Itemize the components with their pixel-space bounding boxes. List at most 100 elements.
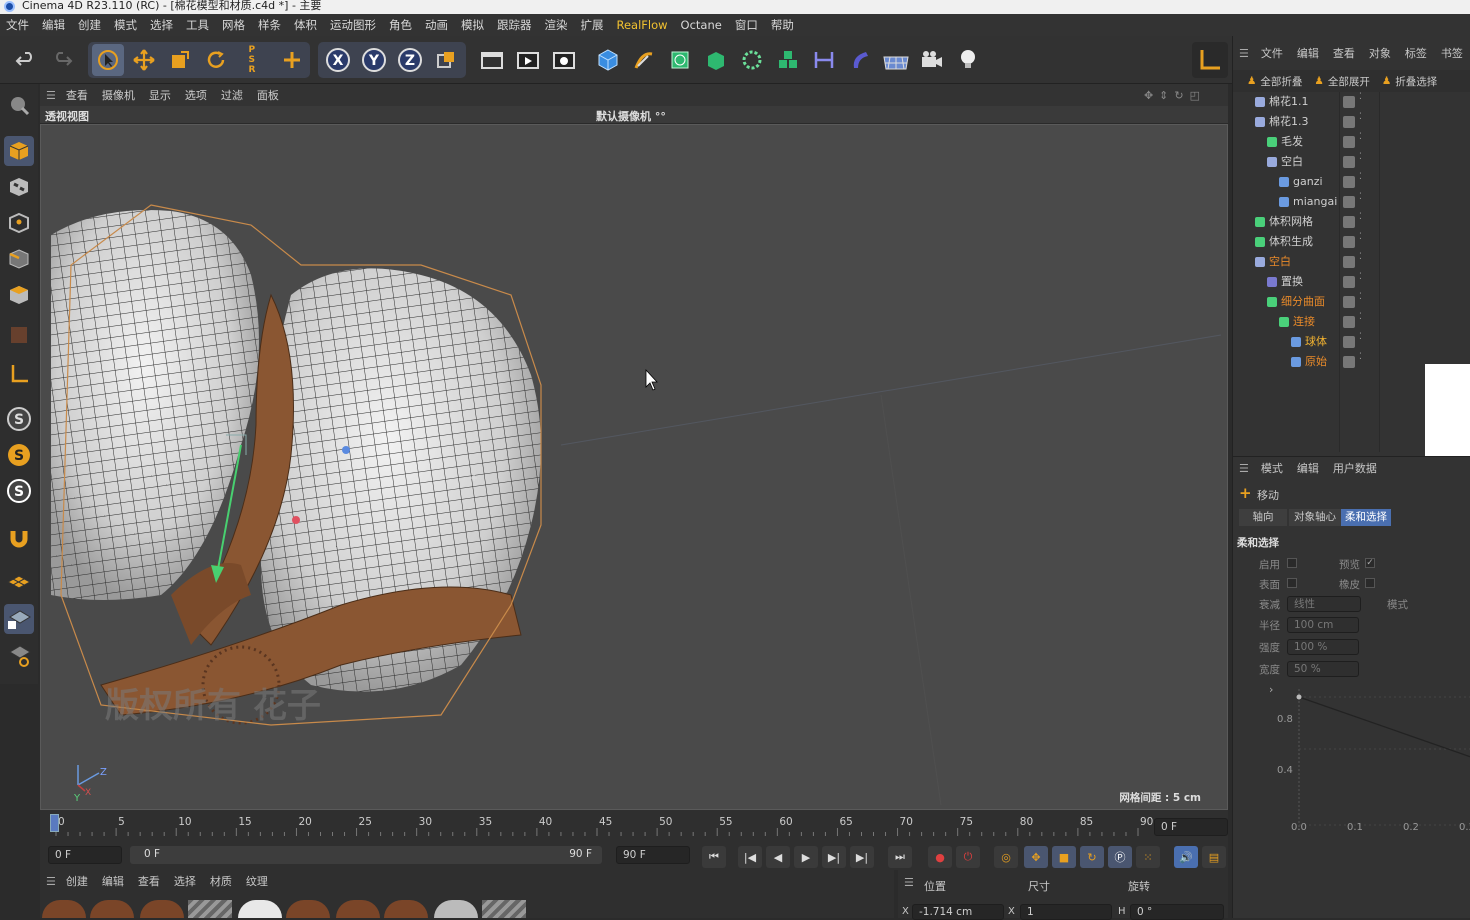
object-name[interactable]: 连接 bbox=[1293, 312, 1315, 332]
object-menu-bookmarks[interactable]: 书签 bbox=[1441, 45, 1463, 61]
object-row[interactable]: 棉花1.1 ⁚ bbox=[1233, 92, 1470, 112]
coordinate-system-icon[interactable] bbox=[430, 44, 462, 76]
add-tool-icon[interactable] bbox=[276, 44, 308, 76]
object-name[interactable]: 空白 bbox=[1269, 252, 1291, 272]
preview-range-slider[interactable]: 0 F 90 F bbox=[130, 846, 602, 864]
world-coordinates-icon[interactable] bbox=[1192, 42, 1228, 78]
object-row[interactable]: ganzi ⁚ bbox=[1233, 172, 1470, 192]
falloff-graph[interactable]: › bbox=[1233, 679, 1470, 839]
redo-icon[interactable] bbox=[46, 44, 78, 76]
visibility-dots-icon[interactable]: ⁚ bbox=[1359, 292, 1362, 302]
layer-toggle-icon[interactable] bbox=[1343, 256, 1355, 268]
object-name[interactable]: 置换 bbox=[1281, 272, 1303, 292]
object-name[interactable]: 空白 bbox=[1281, 152, 1303, 172]
layer-toggle-icon[interactable] bbox=[1343, 116, 1355, 128]
material-swatch[interactable] bbox=[238, 900, 282, 918]
visibility-dots-icon[interactable]: ⁚ bbox=[1359, 232, 1362, 242]
planar-workplane-icon[interactable] bbox=[4, 640, 34, 670]
layer-toggle-icon[interactable] bbox=[1343, 316, 1355, 328]
go-to-end-icon[interactable]: ⏭ bbox=[888, 846, 912, 868]
menu-window[interactable]: 窗口 bbox=[735, 17, 758, 33]
layer-toggle-icon[interactable] bbox=[1343, 196, 1355, 208]
record-keys-icon[interactable]: ● bbox=[928, 846, 952, 868]
object-row[interactable]: 置换 ⁚ bbox=[1233, 272, 1470, 292]
enable-checkbox[interactable] bbox=[1287, 558, 1297, 568]
coord-hamburger-icon[interactable]: ☰ bbox=[904, 876, 914, 889]
material-swatch[interactable] bbox=[434, 900, 478, 918]
object-name[interactable]: miangai bbox=[1293, 192, 1337, 212]
object-name[interactable]: 棉花1.1 bbox=[1269, 92, 1309, 112]
strength-field[interactable]: 100 % bbox=[1287, 639, 1359, 655]
attribute-menu-mode[interactable]: 模式 bbox=[1261, 460, 1283, 476]
layer-toggle-icon[interactable] bbox=[1343, 156, 1355, 168]
rubber-checkbox[interactable] bbox=[1365, 578, 1375, 588]
visibility-dots-icon[interactable]: ⁚ bbox=[1359, 152, 1362, 162]
render-view-icon[interactable] bbox=[476, 44, 508, 76]
timeline-ruler[interactable]: 0 5 10 15 20 25 30 35 40 45 50 55 60 65 70 75 80 85 90 0 F bbox=[40, 810, 1228, 842]
move-tool-icon[interactable] bbox=[128, 44, 160, 76]
pen-spline-icon[interactable] bbox=[628, 44, 660, 76]
menu-mesh[interactable]: 网格 bbox=[222, 17, 245, 33]
object-menu-tags[interactable]: 标签 bbox=[1405, 45, 1427, 61]
menu-extensions[interactable]: 扩展 bbox=[581, 17, 604, 33]
material-menu-create[interactable]: 创建 bbox=[66, 873, 88, 889]
timeline-window-icon[interactable]: ▤ bbox=[1202, 846, 1226, 868]
material-swatch[interactable] bbox=[384, 900, 428, 918]
menu-file[interactable]: 文件 bbox=[6, 17, 29, 33]
timeline-playhead[interactable] bbox=[50, 814, 59, 832]
menu-spline[interactable]: 样条 bbox=[258, 17, 281, 33]
make-editable-icon[interactable] bbox=[4, 90, 34, 120]
menu-simulate[interactable]: 模拟 bbox=[461, 17, 484, 33]
object-row[interactable]: 空白 ⁚ bbox=[1233, 152, 1470, 172]
visibility-dots-icon[interactable]: ⁚ bbox=[1359, 312, 1362, 322]
material-swatch[interactable] bbox=[188, 900, 232, 918]
object-name[interactable]: 体积生成 bbox=[1269, 232, 1313, 252]
viewport-camera-label[interactable]: 默认摄像机 °° bbox=[596, 108, 666, 124]
layer-toggle-icon[interactable] bbox=[1343, 336, 1355, 348]
object-row[interactable]: 球体 ⁚ bbox=[1233, 332, 1470, 352]
object-row[interactable]: 体积生成 ⁚ bbox=[1233, 232, 1470, 252]
z-axis-lock-icon[interactable]: Z bbox=[394, 44, 426, 76]
menu-create[interactable]: 创建 bbox=[78, 17, 101, 33]
menu-tools[interactable]: 工具 bbox=[186, 17, 209, 33]
edge-mode-icon[interactable] bbox=[4, 244, 34, 274]
material-menu-edit[interactable]: 编辑 bbox=[102, 873, 124, 889]
object-hamburger-icon[interactable]: ☰ bbox=[1239, 47, 1249, 60]
snap-s-icon[interactable]: S bbox=[4, 404, 34, 434]
workplane-icon[interactable] bbox=[4, 568, 34, 598]
auto-key-icon[interactable]: ⏻ bbox=[956, 846, 980, 868]
object-menu-edit[interactable]: 编辑 bbox=[1297, 45, 1319, 61]
viewport-menu-options[interactable]: 选项 bbox=[185, 87, 207, 103]
uv-mode-icon[interactable] bbox=[4, 320, 34, 350]
layer-toggle-icon[interactable] bbox=[1343, 216, 1355, 228]
psr-reset-icon[interactable]: PSR bbox=[236, 44, 268, 76]
viewport-menu-panel[interactable]: 面板 bbox=[257, 87, 279, 103]
menu-render[interactable]: 渲染 bbox=[545, 17, 568, 33]
object-row[interactable]: 连接 ⁚ bbox=[1233, 312, 1470, 332]
preview-checkbox[interactable]: ✓ bbox=[1365, 558, 1375, 568]
layer-toggle-icon[interactable] bbox=[1343, 96, 1355, 108]
start-frame-field[interactable]: 0 F bbox=[48, 846, 122, 864]
menu-mode[interactable]: 模式 bbox=[114, 17, 137, 33]
object-name[interactable]: ganzi bbox=[1293, 172, 1323, 192]
deformer-array-icon[interactable] bbox=[772, 44, 804, 76]
layer-toggle-icon[interactable] bbox=[1343, 356, 1355, 368]
collapse-all-button[interactable]: 全部折叠 bbox=[1260, 74, 1302, 89]
layer-toggle-icon[interactable] bbox=[1343, 136, 1355, 148]
attribute-menu-userdata[interactable]: 用户数据 bbox=[1333, 460, 1377, 476]
menu-mograph[interactable]: 运动图形 bbox=[330, 17, 376, 33]
menu-edit[interactable]: 编辑 bbox=[42, 17, 65, 33]
floor-environment-icon[interactable] bbox=[880, 44, 912, 76]
object-row[interactable]: 体积网格 ⁚ bbox=[1233, 212, 1470, 232]
menu-animate[interactable]: 动画 bbox=[425, 17, 448, 33]
subdivision-generator-icon[interactable] bbox=[664, 44, 696, 76]
visibility-dots-icon[interactable]: ⁚ bbox=[1359, 172, 1362, 182]
magnet-tool-icon[interactable] bbox=[4, 524, 34, 554]
layer-toggle-icon[interactable] bbox=[1343, 276, 1355, 288]
falloff-dropdown[interactable]: 线性 bbox=[1287, 596, 1361, 612]
material-swatch[interactable] bbox=[90, 900, 134, 918]
current-frame-field[interactable]: 0 F bbox=[1154, 818, 1228, 836]
rotate-tool-icon[interactable] bbox=[200, 44, 232, 76]
visibility-dots-icon[interactable]: ⁚ bbox=[1359, 112, 1362, 122]
menu-volume[interactable]: 体积 bbox=[294, 17, 317, 33]
